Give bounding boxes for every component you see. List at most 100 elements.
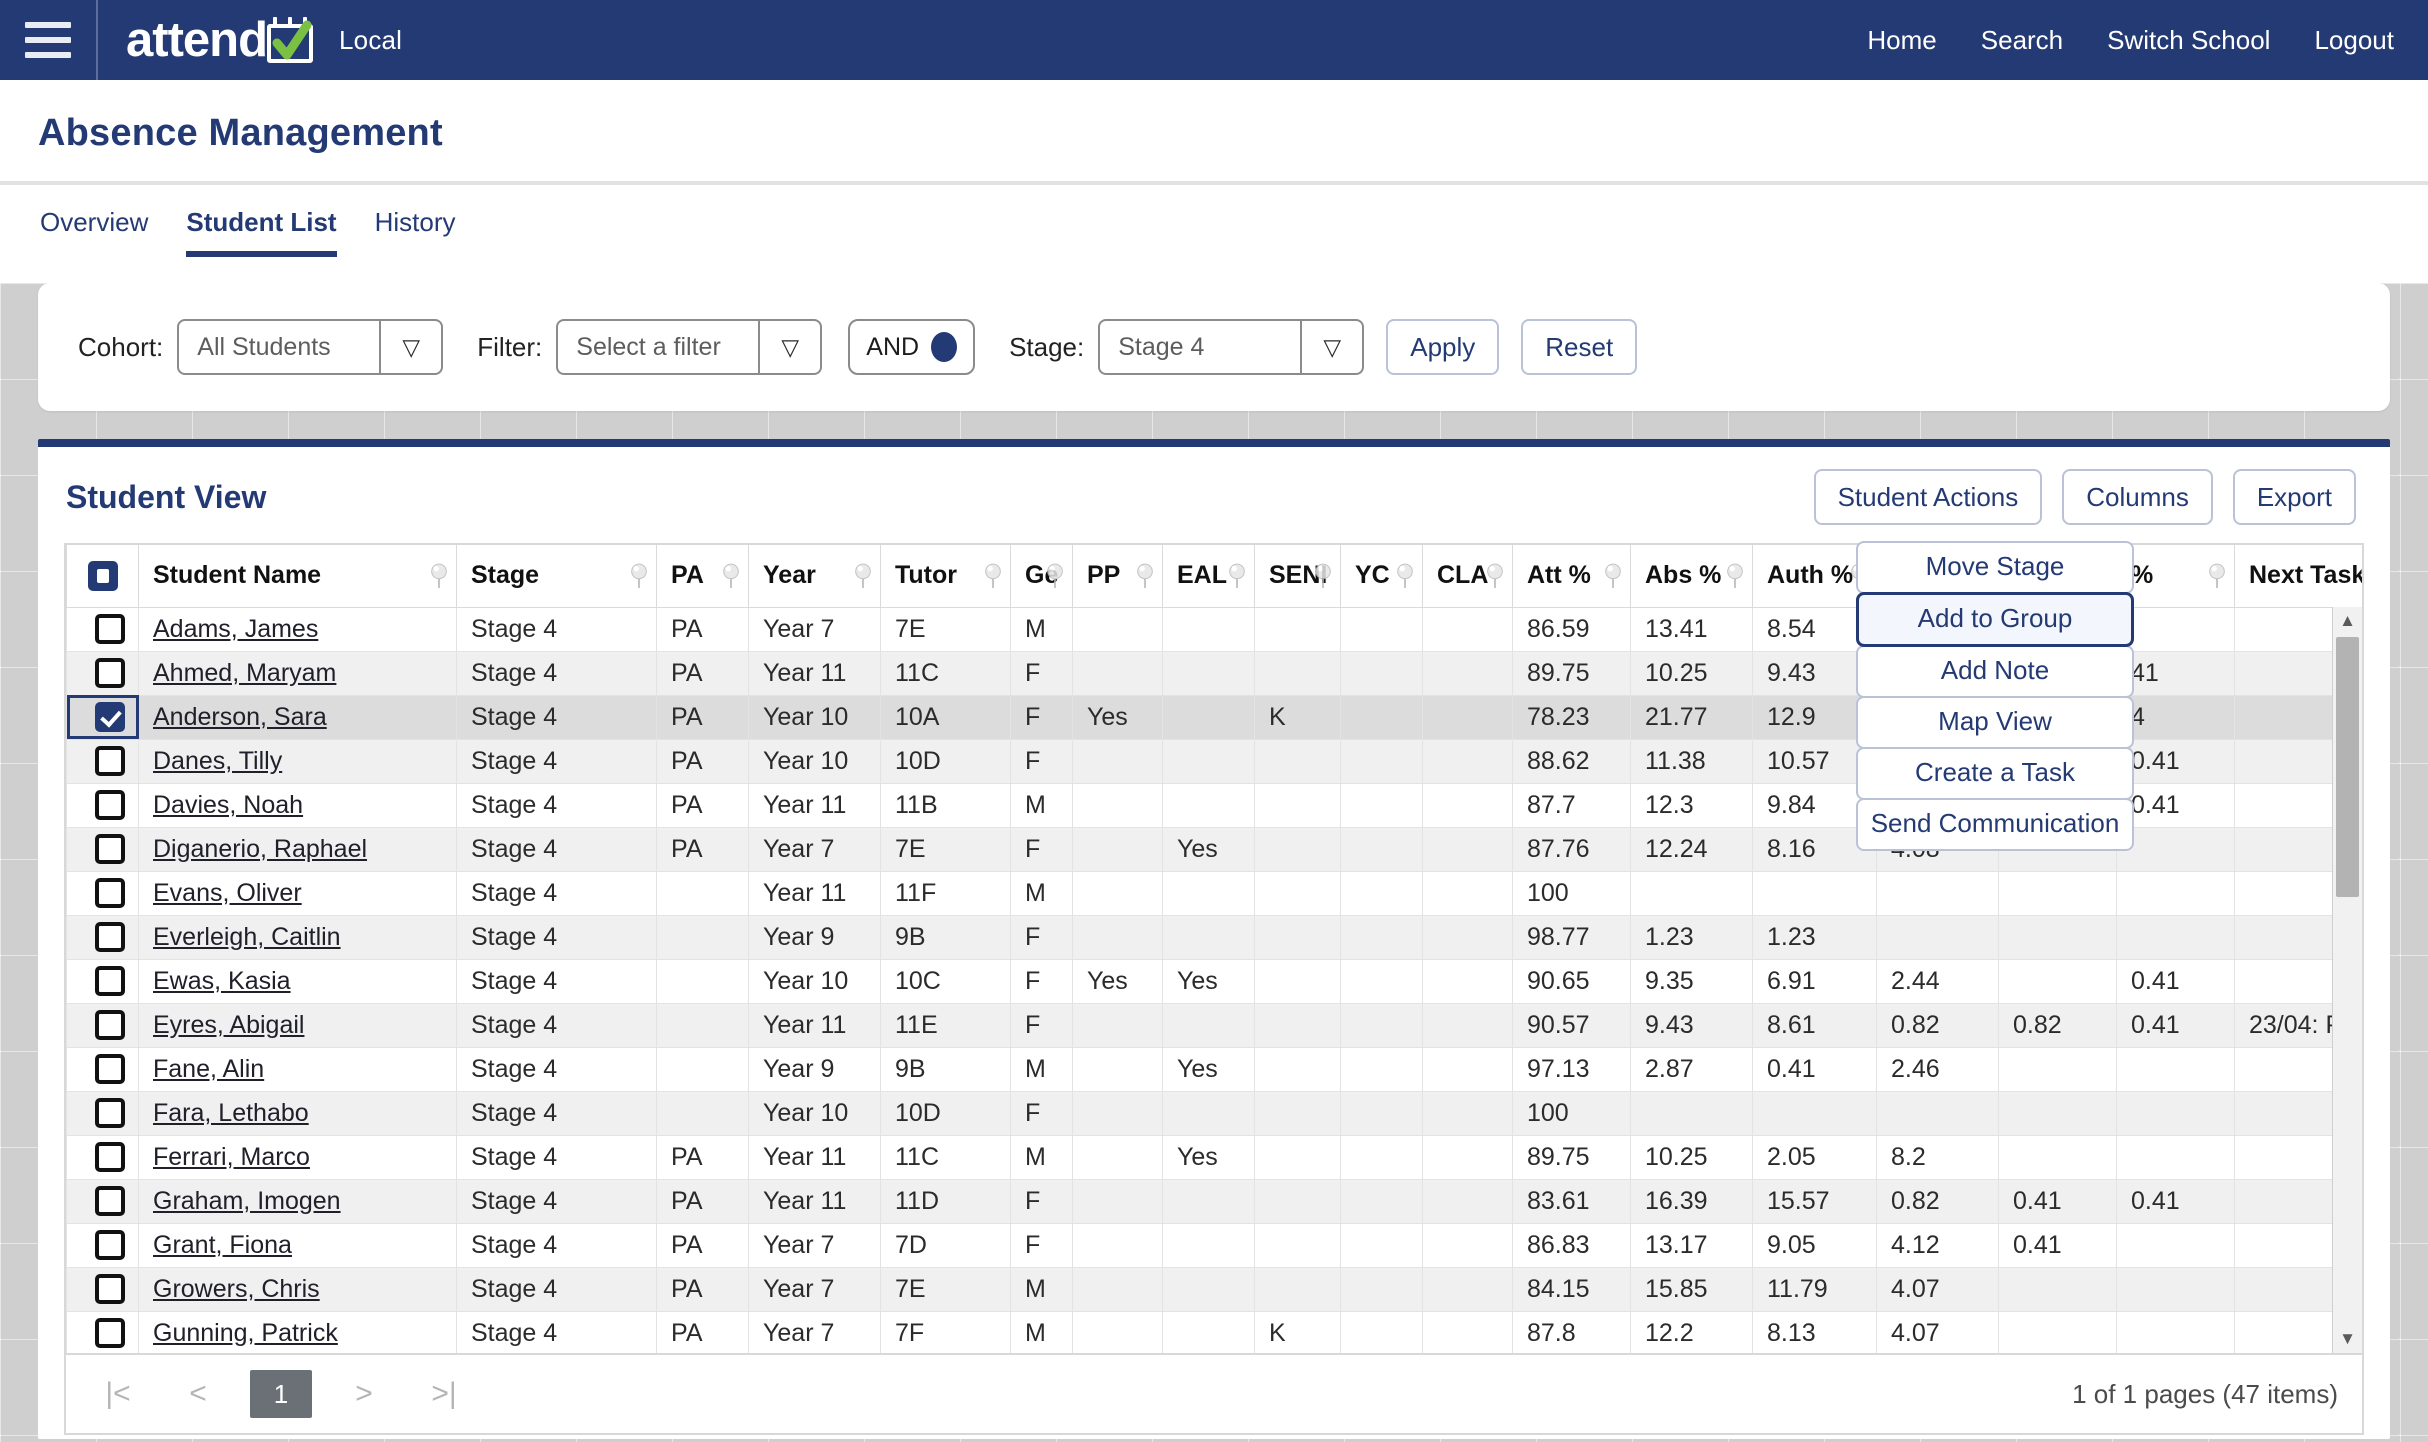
- cell-student-name[interactable]: Ferrari, Marco: [138, 1134, 457, 1180]
- cell-student-name[interactable]: Adams, James: [138, 606, 457, 652]
- table-vertical-scrollbar[interactable]: ▲ ▼: [2332, 607, 2362, 1353]
- row-checkbox[interactable]: [94, 1186, 125, 1217]
- cell-student-name[interactable]: Ahmed, Maryam: [138, 650, 457, 696]
- stage-select[interactable]: Stage 4 ▽: [1098, 319, 1365, 375]
- column-header-cla[interactable]: CLA: [1422, 545, 1513, 608]
- student-name-link[interactable]: Adams, James: [153, 615, 318, 643]
- row-checkbox-cell[interactable]: [66, 1310, 139, 1353]
- cell-student-name[interactable]: Fara, Lethabo: [138, 1090, 457, 1136]
- brand-logo[interactable]: attend: [126, 15, 313, 65]
- table-row[interactable]: Gunning, Patrick Stage 4 PA Year 7 7F M K 87.8 1…: [66, 1310, 2362, 1353]
- tab-overview[interactable]: Overview: [40, 207, 148, 257]
- nav-link-switch-school[interactable]: Switch School: [2107, 25, 2270, 56]
- column-header-yc[interactable]: YC: [1340, 545, 1423, 608]
- column-header-pp[interactable]: PP: [1072, 545, 1163, 608]
- nav-link-home[interactable]: Home: [1867, 25, 1936, 56]
- apply-button[interactable]: Apply: [1386, 319, 1500, 375]
- table-row[interactable]: Grant, Fiona Stage 4 PA Year 7 7D F 86.83 13.17…: [66, 1222, 2362, 1268]
- table-row[interactable]: Graham, Imogen Stage 4 PA Year 11 11D F 83.61 1…: [66, 1178, 2362, 1224]
- student-actions-button[interactable]: Student Actions: [1813, 469, 2043, 525]
- column-header-check[interactable]: [66, 545, 139, 608]
- student-name-link[interactable]: Everleigh, Caitlin: [153, 923, 341, 951]
- row-checkbox[interactable]: [94, 746, 125, 777]
- cell-student-name[interactable]: Everleigh, Caitlin: [138, 914, 457, 960]
- row-checkbox-cell[interactable]: [66, 1002, 139, 1048]
- table-row[interactable]: Growers, Chris Stage 4 PA Year 7 7E M 84.15 15.…: [66, 1266, 2362, 1312]
- and-or-toggle[interactable]: AND: [848, 319, 976, 375]
- row-checkbox[interactable]: [94, 1098, 125, 1129]
- row-checkbox[interactable]: [94, 1230, 125, 1261]
- student-name-link[interactable]: Grant, Fiona: [153, 1231, 292, 1259]
- student-name-link[interactable]: Ferrari, Marco: [153, 1143, 310, 1171]
- row-checkbox[interactable]: [94, 1142, 125, 1173]
- cell-student-name[interactable]: Evans, Oliver: [138, 870, 457, 916]
- nav-link-logout[interactable]: Logout: [2314, 25, 2394, 56]
- column-header-pa[interactable]: PA: [656, 545, 749, 608]
- student-name-link[interactable]: Fane, Alin: [153, 1055, 264, 1083]
- student-name-link[interactable]: Ahmed, Maryam: [153, 659, 336, 687]
- nav-link-search[interactable]: Search: [1981, 25, 2063, 56]
- row-checkbox[interactable]: [94, 878, 125, 909]
- columns-button[interactable]: Columns: [2062, 469, 2213, 525]
- cell-student-name[interactable]: Growers, Chris: [138, 1266, 457, 1312]
- row-checkbox-cell[interactable]: [66, 694, 139, 740]
- table-row[interactable]: Eyres, Abigail Stage 4 Year 11 11E F 90.57 9.4…: [66, 1002, 2362, 1048]
- row-checkbox-cell[interactable]: [66, 782, 139, 828]
- cell-student-name[interactable]: Anderson, Sara: [138, 694, 457, 740]
- table-row[interactable]: Fara, Lethabo Stage 4 Year 10 10D F 100: [66, 1090, 2362, 1136]
- select-all-checkbox[interactable]: [87, 560, 118, 591]
- row-checkbox-cell[interactable]: [66, 914, 139, 960]
- student-name-link[interactable]: Eyres, Abigail: [153, 1011, 304, 1039]
- row-checkbox-cell[interactable]: [66, 958, 139, 1004]
- row-checkbox[interactable]: [94, 1010, 125, 1041]
- column-header-year[interactable]: Year: [748, 545, 881, 608]
- column-header-att[interactable]: Att %: [1512, 545, 1631, 608]
- page-number-1[interactable]: 1: [250, 1370, 312, 1418]
- row-checkbox-cell[interactable]: [66, 1090, 139, 1136]
- student-name-link[interactable]: Evans, Oliver: [153, 879, 302, 907]
- cell-student-name[interactable]: Gunning, Patrick: [138, 1310, 457, 1353]
- column-header-name[interactable]: Student Name: [138, 545, 457, 608]
- menu-item-add-note[interactable]: Add Note: [1856, 645, 2134, 698]
- first-page-icon[interactable]: |<: [90, 1370, 146, 1418]
- cell-student-name[interactable]: Danes, Tilly: [138, 738, 457, 784]
- menu-item-move-stage[interactable]: Move Stage: [1856, 541, 2134, 594]
- column-header-eal[interactable]: EAL: [1162, 545, 1255, 608]
- cell-student-name[interactable]: Grant, Fiona: [138, 1222, 457, 1268]
- student-name-link[interactable]: Fara, Lethabo: [153, 1099, 309, 1127]
- row-checkbox-cell[interactable]: [66, 606, 139, 652]
- column-header-abs[interactable]: Abs %: [1630, 545, 1753, 608]
- last-page-icon[interactable]: >|: [416, 1370, 472, 1418]
- hamburger-icon[interactable]: [0, 0, 96, 80]
- scroll-up-icon[interactable]: ▲: [2333, 607, 2362, 635]
- column-header-nexttask[interactable]: Next Task: [2234, 545, 2362, 608]
- table-row[interactable]: Evans, Oliver Stage 4 Year 11 11F M 100: [66, 870, 2362, 916]
- column-header-sen[interactable]: SENI: [1254, 545, 1341, 608]
- column-header-pct[interactable]: %: [2116, 545, 2235, 608]
- scrollbar-thumb[interactable]: [2336, 637, 2359, 897]
- reset-button[interactable]: Reset: [1521, 319, 1638, 375]
- cell-student-name[interactable]: Fane, Alin: [138, 1046, 457, 1092]
- menu-item-send-communication[interactable]: Send Communication: [1856, 798, 2134, 851]
- row-checkbox[interactable]: [94, 614, 125, 645]
- tab-history[interactable]: History: [375, 207, 456, 257]
- cell-student-name[interactable]: Davies, Noah: [138, 782, 457, 828]
- row-checkbox-cell[interactable]: [66, 826, 139, 872]
- row-checkbox[interactable]: [94, 702, 125, 733]
- row-checkbox[interactable]: [94, 1274, 125, 1305]
- cell-student-name[interactable]: Diganerio, Raphael: [138, 826, 457, 872]
- menu-item-map-view[interactable]: Map View: [1856, 696, 2134, 749]
- tab-student-list[interactable]: Student List: [186, 207, 337, 257]
- student-name-link[interactable]: Growers, Chris: [153, 1275, 320, 1303]
- row-checkbox[interactable]: [94, 790, 125, 821]
- row-checkbox[interactable]: [94, 658, 125, 689]
- column-header-stage[interactable]: Stage: [456, 545, 657, 608]
- next-page-icon[interactable]: >: [336, 1370, 392, 1418]
- row-checkbox[interactable]: [94, 1318, 125, 1349]
- scroll-down-icon[interactable]: ▼: [2333, 1325, 2362, 1353]
- table-row[interactable]: Ewas, Kasia Stage 4 Year 10 10C F Yes Yes 90.65…: [66, 958, 2362, 1004]
- cohort-select[interactable]: All Students ▽: [177, 319, 444, 375]
- row-checkbox-cell[interactable]: [66, 738, 139, 784]
- menu-item-create-a-task[interactable]: Create a Task: [1856, 747, 2134, 800]
- student-name-link[interactable]: Davies, Noah: [153, 791, 303, 819]
